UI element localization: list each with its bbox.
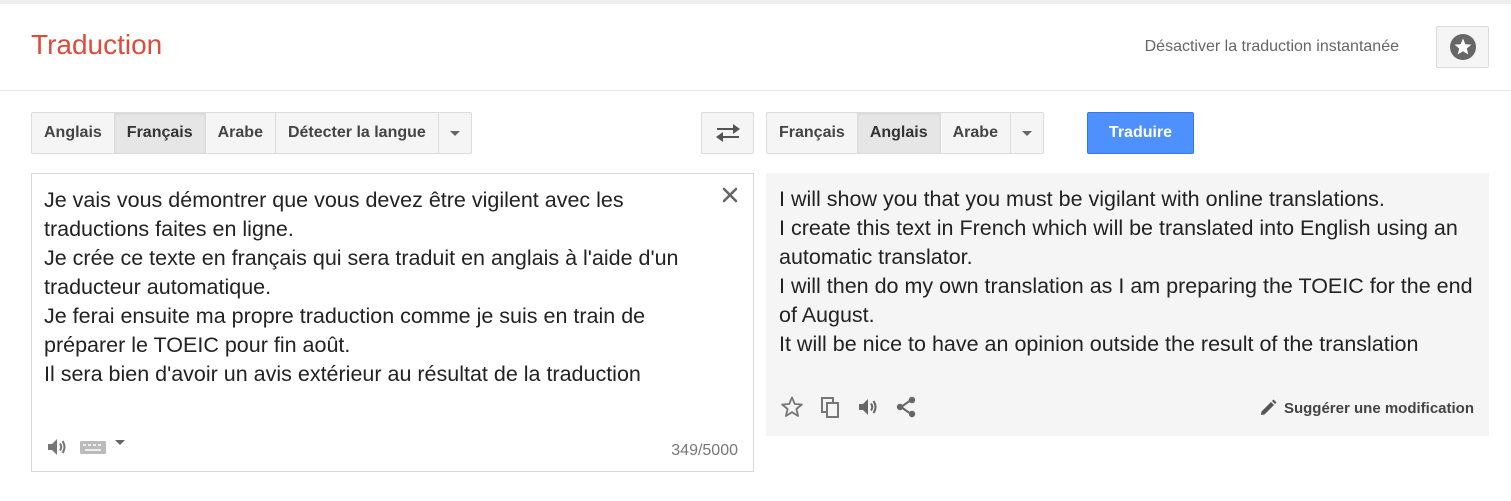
source-text[interactable]: Je vais vous démontrer que vous devez êt…: [44, 186, 724, 389]
source-lang-dropdown[interactable]: [439, 113, 471, 153]
star-circle-icon: [1449, 34, 1476, 60]
source-lang-english[interactable]: Anglais: [32, 113, 115, 153]
app-title: Traduction: [31, 29, 163, 60]
clear-source-button[interactable]: [719, 184, 741, 206]
chevron-down-icon: [115, 440, 125, 445]
input-tools-button[interactable]: [79, 436, 131, 458]
translation-output: I will show you that you must be vigilan…: [766, 173, 1489, 436]
share-translation-button[interactable]: [894, 395, 918, 419]
copy-translation-button[interactable]: [818, 395, 842, 419]
share-icon: [896, 396, 916, 418]
speaker-icon: [48, 439, 66, 455]
pencil-icon: [1260, 399, 1277, 415]
swap-arrows-icon: [715, 124, 740, 142]
translation-text: I will show you that you must be vigilan…: [779, 187, 1473, 356]
listen-source-button[interactable]: [45, 435, 69, 459]
chevron-down-icon: [449, 130, 460, 136]
source-lang-detect[interactable]: Détecter la langue: [276, 113, 439, 153]
source-lang-arabic[interactable]: Arabe: [206, 113, 276, 153]
star-outline-icon: [781, 396, 803, 417]
keyboard-icon: [80, 441, 106, 454]
listen-translation-button[interactable]: [856, 395, 880, 419]
translate-button[interactable]: Traduire: [1087, 112, 1194, 154]
source-textarea[interactable]: Je vais vous démontrer que vous devez êt…: [31, 173, 754, 472]
chevron-down-icon: [1021, 130, 1032, 136]
character-count: 349/5000: [671, 442, 738, 459]
instant-translation-toggle[interactable]: Désactiver la traduction instantanée: [1145, 38, 1399, 56]
source-language-bar: Anglais Français Arabe Détecter la langu…: [31, 112, 472, 154]
suggest-edit-button[interactable]: Suggérer une modification: [1258, 398, 1474, 418]
source-lang-french[interactable]: Français: [114, 113, 206, 153]
header: Traduction Désactiver la traduction inst…: [0, 4, 1511, 91]
save-translation-button[interactable]: [780, 395, 804, 419]
target-lang-dropdown[interactable]: [1011, 113, 1043, 153]
starred-button[interactable]: [1436, 26, 1489, 68]
suggest-edit-label: Suggérer une modification: [1283, 399, 1474, 417]
copy-icon: [821, 397, 839, 418]
target-lang-french[interactable]: Français: [767, 113, 858, 153]
swap-languages-button[interactable]: [701, 112, 754, 154]
target-lang-arabic[interactable]: Arabe: [941, 113, 1011, 153]
translation-actions: [780, 395, 918, 419]
target-language-bar: Français Anglais Arabe: [766, 112, 1044, 154]
target-lang-english[interactable]: Anglais: [857, 113, 941, 153]
speaker-icon: [859, 399, 877, 415]
close-icon: [722, 187, 738, 203]
